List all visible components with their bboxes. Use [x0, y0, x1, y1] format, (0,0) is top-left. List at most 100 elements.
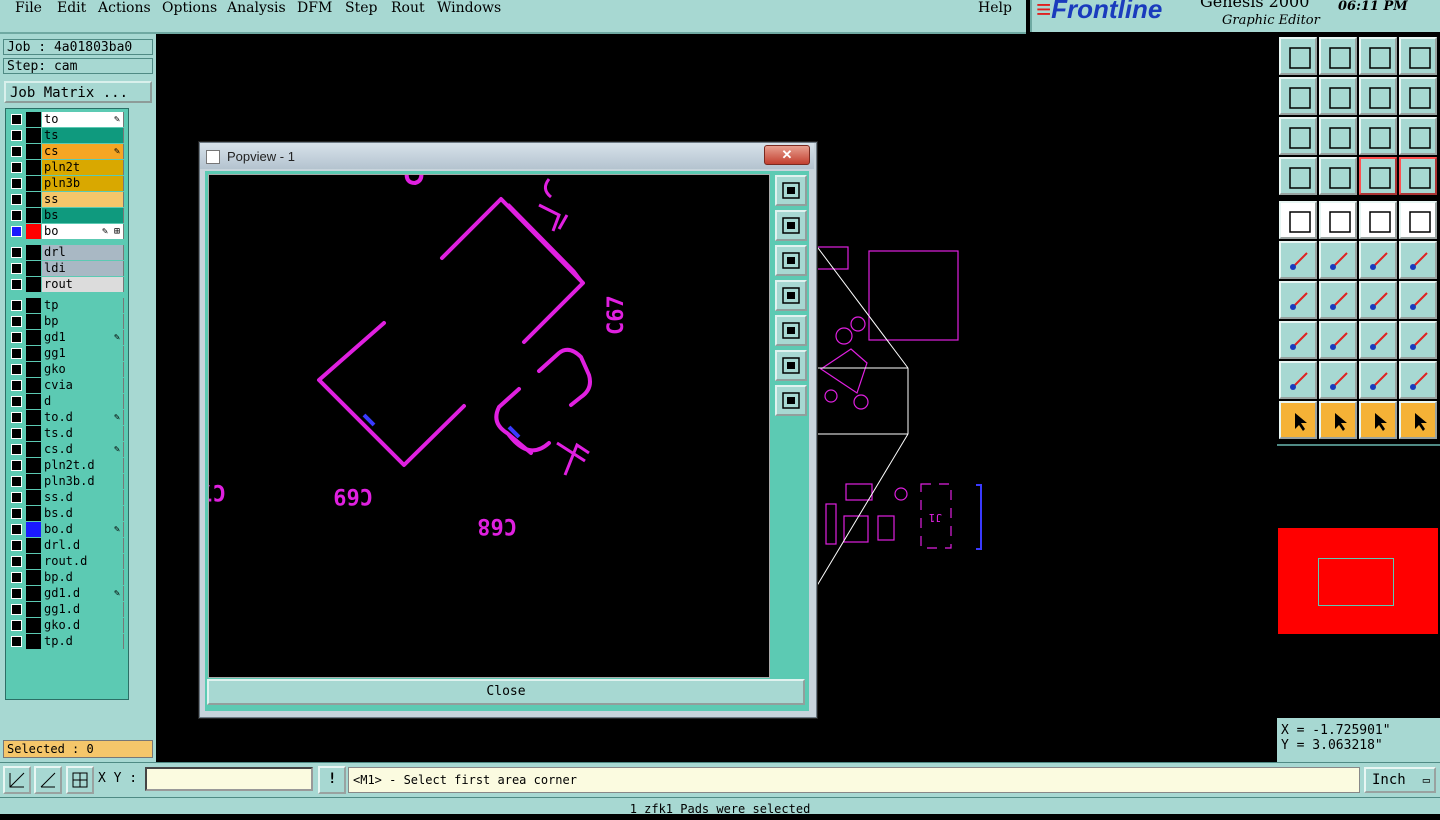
pad-button[interactable] [1399, 201, 1437, 239]
layer-checkbox[interactable] [11, 588, 22, 599]
layer-checkbox[interactable] [11, 460, 22, 471]
layer-name[interactable]: ss.d [42, 490, 124, 505]
move-node-button[interactable] [1399, 241, 1437, 279]
menu-edit[interactable]: Edit [57, 0, 86, 16]
layer-row-gko-d[interactable]: gko.d [8, 618, 126, 633]
layer-checkbox[interactable] [11, 247, 22, 258]
grid-snap-button[interactable] [66, 766, 94, 794]
layer-row-cvia[interactable]: cvia [8, 378, 126, 393]
layer-name[interactable]: bp.d [42, 570, 124, 585]
center-view-button[interactable] [775, 385, 807, 416]
layer-checkbox[interactable] [11, 130, 22, 141]
home-button[interactable] [1359, 37, 1397, 75]
layer-name[interactable]: to ✎ [42, 112, 124, 127]
layer-checkbox[interactable] [11, 636, 22, 647]
alert-button[interactable]: ! [318, 766, 346, 794]
pan-right-button[interactable] [1319, 77, 1357, 115]
layer-row-bp-d[interactable]: bp.d [8, 570, 126, 585]
layer-row-ss-d[interactable]: ss.d [8, 490, 126, 505]
layer-name[interactable]: ts [42, 128, 124, 143]
layer-checkbox[interactable] [11, 279, 22, 290]
layer-row-gg1[interactable]: gg1 [8, 346, 126, 361]
layer-checkbox[interactable] [11, 263, 22, 274]
xy-input[interactable] [145, 767, 313, 791]
layer-name[interactable]: to.d ✎ [42, 410, 124, 425]
angle-mode-button[interactable] [34, 766, 62, 794]
layer-row-bo-d[interactable]: bo.d ✎ [8, 522, 126, 537]
layer-name[interactable]: cs ✎ [42, 144, 124, 159]
popview-close-button[interactable]: Close [207, 679, 805, 705]
menu-dfm[interactable]: DFM [297, 0, 332, 16]
pan-right-button[interactable] [775, 315, 807, 346]
angle-button[interactable] [1279, 281, 1317, 319]
layer-row-bs[interactable]: bs [8, 208, 126, 223]
fit-button[interactable] [1279, 117, 1317, 155]
open-job-button[interactable] [1279, 37, 1317, 75]
menu-options[interactable]: Options [162, 0, 217, 16]
layer-name[interactable]: drl.d [42, 538, 124, 553]
layer-colors-2-button[interactable] [1399, 157, 1437, 195]
layer-checkbox[interactable] [11, 316, 22, 327]
layer-checkbox[interactable] [11, 428, 22, 439]
layer-name[interactable]: tp [42, 298, 124, 313]
layer-name[interactable]: gd1.d ✎ [42, 586, 124, 601]
add-node-button[interactable] [1359, 241, 1397, 279]
layer-colors-button[interactable] [1359, 157, 1397, 195]
pan-left-button[interactable] [1279, 77, 1317, 115]
layer-name[interactable]: pln3b [42, 176, 124, 191]
job-matrix-button[interactable]: Job Matrix ... [4, 81, 152, 103]
zoom-in-button[interactable] [775, 210, 807, 241]
grid-button[interactable] [1319, 157, 1357, 195]
layer-row-to[interactable]: to ✎ [8, 112, 126, 127]
layer-row-bs-d[interactable]: bs.d [8, 506, 126, 521]
layer-checkbox[interactable] [11, 412, 22, 423]
layer-row-drl-d[interactable]: drl.d [8, 538, 126, 553]
layer-name[interactable]: cvia [42, 378, 124, 393]
layer-name[interactable]: pln2t.d [42, 458, 124, 473]
triangle-4-button[interactable] [1399, 361, 1437, 399]
menu-analysis[interactable]: Analysis [227, 0, 286, 16]
layer-checkbox[interactable] [11, 444, 22, 455]
text-button[interactable] [1399, 281, 1437, 319]
ruler-button[interactable] [1359, 201, 1397, 239]
layer-name[interactable]: pln3b.d [42, 474, 124, 489]
view-window-indicator[interactable] [1318, 558, 1394, 606]
menu-windows[interactable]: Windows [437, 0, 501, 16]
layer-row-gd1[interactable]: gd1 ✎ [8, 330, 126, 345]
triangle-2-button[interactable] [1319, 361, 1357, 399]
layer-name[interactable]: rout.d [42, 554, 124, 569]
layer-checkbox[interactable] [11, 508, 22, 519]
menu-file[interactable]: File [15, 0, 42, 16]
layer-checkbox[interactable] [11, 572, 22, 583]
layer-checkbox[interactable] [11, 300, 22, 311]
layer-name[interactable]: gg1.d [42, 602, 124, 617]
fit-view-button[interactable] [775, 350, 807, 381]
layer-checkbox[interactable] [11, 226, 22, 237]
layer-checkbox[interactable] [11, 210, 22, 221]
save-job-button[interactable] [1319, 37, 1357, 75]
measure-button[interactable] [1359, 321, 1397, 359]
layer-checkbox[interactable] [11, 524, 22, 535]
arc-button[interactable] [1359, 281, 1397, 319]
layer-row-d[interactable]: d [8, 394, 126, 409]
overview-minimap[interactable] [1277, 444, 1440, 718]
copy-button[interactable] [1399, 321, 1437, 359]
connect-button[interactable] [1279, 241, 1317, 279]
layer-name[interactable]: ts.d [42, 426, 124, 441]
close-window-button[interactable] [1399, 37, 1437, 75]
layer-row-pln3b[interactable]: pln3b [8, 176, 126, 191]
layer-row-gg1-d[interactable]: gg1.d [8, 602, 126, 617]
layer-checkbox[interactable] [11, 604, 22, 615]
triangle-3-button[interactable] [1359, 361, 1397, 399]
help-button[interactable] [1399, 117, 1437, 155]
layer-checkbox[interactable] [11, 194, 22, 205]
layer-row-ss[interactable]: ss [8, 192, 126, 207]
layer-checkbox[interactable] [11, 364, 22, 375]
layer-name[interactable]: d [42, 394, 124, 409]
zoom-button[interactable] [1319, 117, 1357, 155]
layer-row-cs-d[interactable]: cs.d ✎ [8, 442, 126, 457]
triangle-button[interactable] [1279, 361, 1317, 399]
layer-checkbox[interactable] [11, 476, 22, 487]
undo-button[interactable] [1359, 77, 1397, 115]
pointer-box-button[interactable] [1319, 401, 1357, 439]
